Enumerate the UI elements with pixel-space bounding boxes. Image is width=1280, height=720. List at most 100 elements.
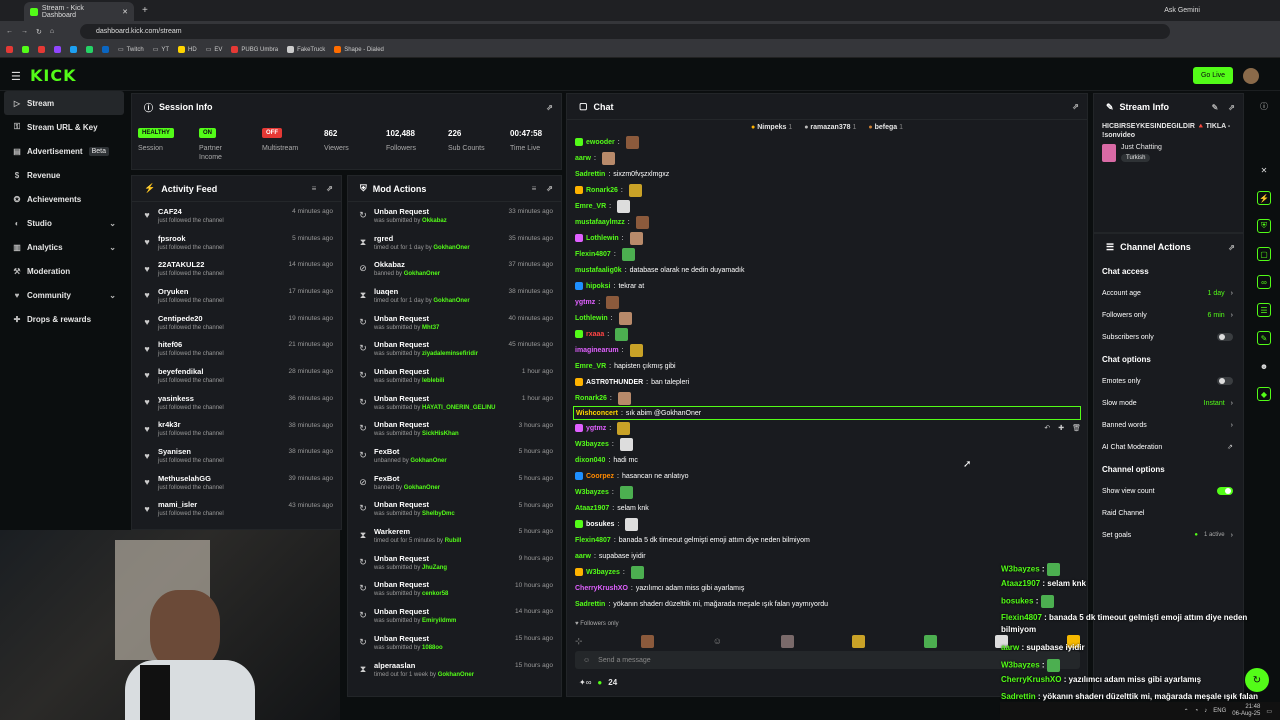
chat-username[interactable]: Flexin4807	[575, 251, 611, 258]
bookmark-item[interactable]: HD	[178, 46, 197, 53]
follower-name[interactable]: mami_isler	[158, 500, 224, 509]
tray-chevron-icon[interactable]: ⌃	[1184, 708, 1189, 715]
kick-logo[interactable]: KICK	[30, 66, 77, 85]
chat-username[interactable]: aarw	[575, 155, 591, 162]
sidebar-item-stream-url-key[interactable]: ⚿ Stream URL & Key	[0, 115, 128, 139]
go-live-button[interactable]: Go Live	[1193, 67, 1233, 84]
follower-name[interactable]: CAF24	[158, 207, 224, 216]
follower-name[interactable]: fpsrook	[158, 234, 224, 243]
bookmark-icon[interactable]	[86, 46, 93, 53]
reload-icon[interactable]: ↻	[36, 28, 42, 36]
chat-message[interactable]: ASTR0THUNDER: ban talepleri	[567, 374, 1087, 390]
mod-action-item[interactable]: ⊘ FexBot banned by GokhanOner 5 hours ago	[348, 469, 561, 496]
follower-name[interactable]: Centipede20	[158, 314, 224, 323]
bookmark-folder[interactable]: ▭ YT	[153, 46, 169, 54]
mod-action-item[interactable]: ↻ Unban Request was submitted by ShelbyDmc…	[348, 496, 561, 523]
chat-icon[interactable]: ▢	[1257, 247, 1271, 261]
edit-icon[interactable]: ✎	[1212, 103, 1219, 112]
mod-action-item[interactable]: ↻ Unban Request was submitted by ziyadalem…	[348, 335, 561, 362]
chat-message[interactable]: imaginearum:	[567, 342, 1087, 358]
list-icon[interactable]: ☰	[1257, 303, 1271, 317]
chat-message[interactable]: ewooder:	[567, 134, 1087, 150]
activity-item[interactable]: ♥ mami_isler just followed the channel 43 m…	[132, 496, 341, 523]
sidebar-item-achievements[interactable]: ✪ Achievements	[0, 187, 128, 211]
chat-username[interactable]: W3bayzes	[575, 489, 609, 496]
chat-message[interactable]: dixon040: hadi mc	[567, 452, 1087, 468]
activity-item[interactable]: ♥ Oryuken just followed the channel 17 minu…	[132, 282, 341, 309]
chat-message[interactable]: Lothlewin:	[567, 310, 1087, 326]
moderator-name[interactable]: 1088oo	[422, 645, 443, 651]
channel-points[interactable]: ✦∞ ● 24	[579, 678, 617, 687]
bookmark-item[interactable]: PUBG Umbra	[231, 46, 278, 53]
chat-username[interactable]: hipoksi	[586, 283, 611, 290]
follower-name[interactable]: 22ATAKUL22	[158, 260, 224, 269]
chat-message[interactable]: ygtmz:	[567, 294, 1087, 310]
popout-icon[interactable]: ⇗	[1072, 102, 1079, 111]
mod-action-item[interactable]: ↻ FexBot unbanned by GokhanOner 5 hours ago	[348, 442, 561, 469]
chat-message[interactable]: ygtmz: ↶ ✚ 🗑	[567, 420, 1087, 436]
url-bar[interactable]: dashboard.kick.com/stream	[80, 24, 1170, 39]
reply-icon[interactable]: ↶	[1044, 424, 1050, 432]
forward-icon[interactable]: →	[21, 28, 28, 35]
chat-username[interactable]: bosukes	[586, 521, 614, 528]
follower-name[interactable]: beyefendikal	[158, 367, 224, 376]
language-indicator[interactable]: ENG	[1213, 708, 1226, 714]
filter-icon[interactable]: ≡	[532, 184, 537, 193]
follower-name[interactable]: yasinkess	[158, 394, 224, 403]
moderator-name[interactable]: Okkabaz	[422, 218, 447, 224]
users-icon[interactable]: ☻	[1257, 359, 1271, 373]
follower-name[interactable]: hitef06	[158, 340, 224, 349]
moderator-name[interactable]: Mht37	[422, 325, 439, 331]
account-age-setting[interactable]: Account age 1 day ›	[1094, 282, 1243, 304]
wifi-icon[interactable]: ◔	[1195, 708, 1199, 714]
smile-icon[interactable]: ☺	[583, 657, 590, 664]
info-icon[interactable]: ⓘ	[1257, 99, 1271, 113]
gifter-item[interactable]: ● befega 1	[868, 124, 903, 131]
moderator-name[interactable]: GokhanOner	[433, 298, 469, 304]
bookmark-icon[interactable]	[6, 46, 13, 53]
emote-icon[interactable]: ⊹	[575, 636, 583, 647]
volume-icon[interactable]: ♪	[1204, 708, 1207, 714]
activity-item[interactable]: ♥ beyefendikal just followed the channel 28…	[132, 362, 341, 389]
pin-icon[interactable]: ✚	[1058, 424, 1064, 432]
bookmark-folder[interactable]: ▭ EV	[206, 46, 223, 54]
mod-action-item[interactable]: ↻ Unban Request was submitted by SickHisKh…	[348, 416, 561, 443]
sidebar-item-stream[interactable]: ▷ Stream	[4, 91, 124, 115]
avatar[interactable]	[1243, 68, 1259, 84]
moderator-name[interactable]: GokhanOner	[404, 485, 440, 491]
mod-action-item[interactable]: ⧗ luaqen timed out for 1 day by GokhanOner…	[348, 282, 561, 309]
shield-icon[interactable]: ⛨	[1257, 219, 1271, 233]
home-icon[interactable]: ⌂	[50, 28, 54, 35]
filter-icon[interactable]: ≡	[312, 184, 317, 193]
follower-name[interactable]: kr4k3r	[158, 420, 224, 429]
set-goals-setting[interactable]: Set goals ● 1 active ›	[1094, 524, 1243, 546]
mod-action-item[interactable]: ↻ Unban Request was submitted by Mht37 40 m…	[348, 309, 561, 336]
chat-username[interactable]: ygtmz	[575, 299, 595, 306]
moderator-name[interactable]: ziyadaleminsefiridir	[422, 351, 478, 357]
ask-gemini-button[interactable]: Ask Gemini	[1164, 7, 1200, 14]
chat-message[interactable]: W3bayzes:	[567, 436, 1087, 452]
chat-message[interactable]: bosukes:	[567, 516, 1087, 532]
moderator-name[interactable]: cenkor58	[422, 591, 448, 597]
bookmark-icon[interactable]	[38, 46, 45, 53]
gifter-item[interactable]: ● Nimpeks 1	[751, 124, 792, 131]
chat-message[interactable]: aarw:	[567, 150, 1087, 166]
moderator-name[interactable]: GokhanOner	[410, 458, 446, 464]
sidebar-item-studio[interactable]: ◐ Studio ⌄	[0, 211, 128, 235]
popout-icon[interactable]: ⇗	[546, 184, 553, 193]
activity-item[interactable]: ♥ CAF24 just followed the channel 4 minutes…	[132, 202, 341, 229]
followers-only-setting[interactable]: Followers only 6 min ›	[1094, 304, 1243, 326]
chat-username[interactable]: Lothlewin	[575, 315, 608, 322]
mod-action-item[interactable]: ↻ Unban Request was submitted by Emiryildm…	[348, 602, 561, 629]
chat-username[interactable]: Flexin4807	[575, 537, 611, 544]
popout-icon[interactable]: ⇗	[1228, 103, 1235, 112]
popout-icon[interactable]: ⇗	[326, 184, 333, 193]
moderator-name[interactable]: GokhanOner	[404, 271, 440, 277]
chat-message[interactable]: mustafaalig0k: database olarak ne dedin d…	[567, 262, 1087, 278]
activity-item[interactable]: ♥ kr4k3r just followed the channel 38 minut…	[132, 416, 341, 443]
chat-message[interactable]: W3bayzes:	[567, 484, 1087, 500]
chat-username[interactable]: Sadrettin	[575, 171, 605, 178]
bookmark-item[interactable]: Shape - Dialed	[334, 46, 384, 53]
emote-icon[interactable]	[641, 634, 655, 648]
clock[interactable]: 21:48 06-Aug-25	[1232, 704, 1260, 718]
